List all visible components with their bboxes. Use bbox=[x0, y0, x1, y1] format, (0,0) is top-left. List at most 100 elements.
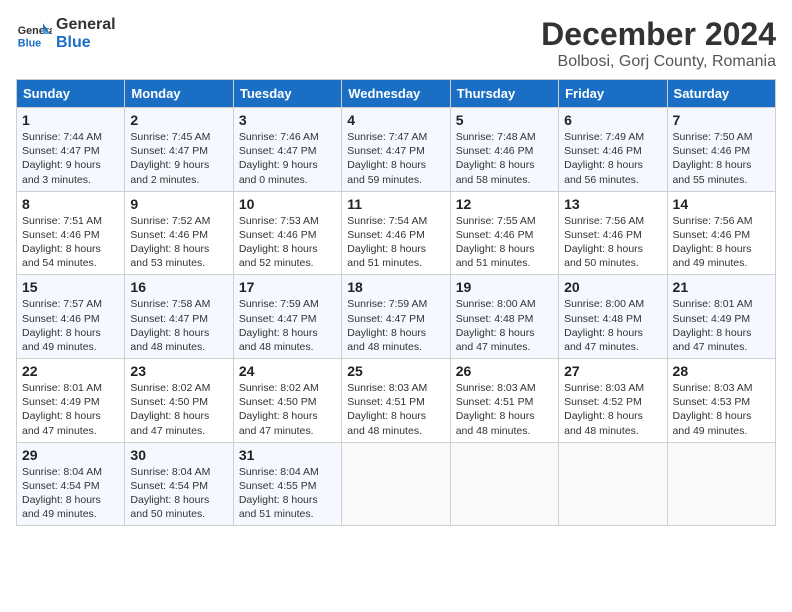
month-title: December 2024 bbox=[541, 16, 776, 53]
day-detail: Sunrise: 7:51 AMSunset: 4:46 PMDaylight:… bbox=[22, 214, 119, 271]
week-row-1: 1 Sunrise: 7:44 AMSunset: 4:47 PMDaylight… bbox=[17, 108, 776, 192]
day-number: 19 bbox=[456, 279, 553, 295]
day-cell: 11 Sunrise: 7:54 AMSunset: 4:46 PMDayligh… bbox=[342, 191, 450, 275]
day-cell bbox=[667, 442, 775, 526]
day-cell: 10Sunrise: 7:53 AMSunset: 4:46 PMDayligh… bbox=[233, 191, 341, 275]
day-number: 29 bbox=[22, 447, 119, 463]
day-detail: Sunrise: 7:44 AMSunset: 4:47 PMDaylight:… bbox=[22, 130, 119, 187]
day-detail: Sunrise: 7:58 AMSunset: 4:47 PMDaylight:… bbox=[130, 297, 227, 354]
day-detail: Sunrise: 7:56 AMSunset: 4:46 PMDaylight:… bbox=[564, 214, 661, 271]
day-number: 28 bbox=[673, 363, 770, 379]
weekday-sunday: Sunday bbox=[17, 80, 125, 108]
day-number: 6 bbox=[564, 112, 661, 128]
day-detail: Sunrise: 7:56 AMSunset: 4:46 PMDaylight:… bbox=[673, 214, 770, 271]
day-detail: Sunrise: 7:52 AMSunset: 4:46 PMDaylight:… bbox=[130, 214, 227, 271]
day-number: 31 bbox=[239, 447, 336, 463]
day-number: 18 bbox=[347, 279, 444, 295]
day-cell: 28 Sunrise: 8:03 AMSunset: 4:53 PMDayligh… bbox=[667, 359, 775, 443]
day-cell: 6 Sunrise: 7:49 AMSunset: 4:46 PMDaylight… bbox=[559, 108, 667, 192]
day-number: 8 bbox=[22, 196, 119, 212]
day-cell: 4 Sunrise: 7:47 AMSunset: 4:47 PMDaylight… bbox=[342, 108, 450, 192]
day-number: 14 bbox=[673, 196, 770, 212]
day-number: 26 bbox=[456, 363, 553, 379]
day-number: 23 bbox=[130, 363, 227, 379]
svg-text:Blue: Blue bbox=[18, 38, 41, 50]
day-number: 1 bbox=[22, 112, 119, 128]
calendar-table: SundayMondayTuesdayWednesdayThursdayFrid… bbox=[16, 79, 776, 526]
day-detail: Sunrise: 8:03 AMSunset: 4:53 PMDaylight:… bbox=[673, 381, 770, 438]
week-row-4: 22Sunrise: 8:01 AMSunset: 4:49 PMDayligh… bbox=[17, 359, 776, 443]
day-number: 20 bbox=[564, 279, 661, 295]
week-row-5: 29 Sunrise: 8:04 AMSunset: 4:54 PMDayligh… bbox=[17, 442, 776, 526]
day-cell: 27 Sunrise: 8:03 AMSunset: 4:52 PMDayligh… bbox=[559, 359, 667, 443]
page-header: General Blue General Blue December 2024 … bbox=[16, 16, 776, 71]
logo-general: General bbox=[56, 16, 116, 34]
day-cell bbox=[450, 442, 558, 526]
week-row-2: 8 Sunrise: 7:51 AMSunset: 4:46 PMDaylight… bbox=[17, 191, 776, 275]
day-cell: 1 Sunrise: 7:44 AMSunset: 4:47 PMDaylight… bbox=[17, 108, 125, 192]
calendar-body: 1 Sunrise: 7:44 AMSunset: 4:47 PMDaylight… bbox=[17, 108, 776, 526]
day-number: 24 bbox=[239, 363, 336, 379]
day-cell: 24Sunrise: 8:02 AMSunset: 4:50 PMDayligh… bbox=[233, 359, 341, 443]
day-number: 25 bbox=[347, 363, 444, 379]
day-cell: 23 Sunrise: 8:02 AMSunset: 4:50 PMDayligh… bbox=[125, 359, 233, 443]
day-cell: 14 Sunrise: 7:56 AMSunset: 4:46 PMDayligh… bbox=[667, 191, 775, 275]
weekday-friday: Friday bbox=[559, 80, 667, 108]
weekday-monday: Monday bbox=[125, 80, 233, 108]
day-cell: 31 Sunrise: 8:04 AMSunset: 4:55 PMDayligh… bbox=[233, 442, 341, 526]
day-number: 7 bbox=[673, 112, 770, 128]
day-cell bbox=[559, 442, 667, 526]
day-cell: 2 Sunrise: 7:45 AMSunset: 4:47 PMDaylight… bbox=[125, 108, 233, 192]
day-detail: Sunrise: 8:03 AMSunset: 4:51 PMDaylight:… bbox=[456, 381, 553, 438]
day-cell: 5 Sunrise: 7:48 AMSunset: 4:46 PMDaylight… bbox=[450, 108, 558, 192]
day-cell: 29 Sunrise: 8:04 AMSunset: 4:54 PMDayligh… bbox=[17, 442, 125, 526]
day-detail: Sunrise: 8:01 AMSunset: 4:49 PMDaylight:… bbox=[673, 297, 770, 354]
day-number: 22 bbox=[22, 363, 119, 379]
logo-icon: General Blue bbox=[16, 16, 52, 52]
day-number: 16 bbox=[130, 279, 227, 295]
day-cell: 22Sunrise: 8:01 AMSunset: 4:49 PMDayligh… bbox=[17, 359, 125, 443]
day-number: 13 bbox=[564, 196, 661, 212]
day-detail: Sunrise: 7:59 AMSunset: 4:47 PMDaylight:… bbox=[347, 297, 444, 354]
day-number: 10 bbox=[239, 196, 336, 212]
day-detail: Sunrise: 8:03 AMSunset: 4:52 PMDaylight:… bbox=[564, 381, 661, 438]
day-cell: 30Sunrise: 8:04 AMSunset: 4:54 PMDayligh… bbox=[125, 442, 233, 526]
day-cell bbox=[342, 442, 450, 526]
day-detail: Sunrise: 8:00 AMSunset: 4:48 PMDaylight:… bbox=[456, 297, 553, 354]
day-cell: 13 Sunrise: 7:56 AMSunset: 4:46 PMDayligh… bbox=[559, 191, 667, 275]
day-detail: Sunrise: 8:03 AMSunset: 4:51 PMDaylight:… bbox=[347, 381, 444, 438]
day-detail: Sunrise: 7:57 AMSunset: 4:46 PMDaylight:… bbox=[22, 297, 119, 354]
week-row-3: 15Sunrise: 7:57 AMSunset: 4:46 PMDayligh… bbox=[17, 275, 776, 359]
day-number: 5 bbox=[456, 112, 553, 128]
day-number: 12 bbox=[456, 196, 553, 212]
day-number: 4 bbox=[347, 112, 444, 128]
day-detail: Sunrise: 7:55 AMSunset: 4:46 PMDaylight:… bbox=[456, 214, 553, 271]
day-cell: 20Sunrise: 8:00 AMSunset: 4:48 PMDayligh… bbox=[559, 275, 667, 359]
day-detail: Sunrise: 7:50 AMSunset: 4:46 PMDaylight:… bbox=[673, 130, 770, 187]
logo-blue: Blue bbox=[56, 34, 116, 52]
day-number: 17 bbox=[239, 279, 336, 295]
day-detail: Sunrise: 8:04 AMSunset: 4:55 PMDaylight:… bbox=[239, 465, 336, 522]
day-number: 27 bbox=[564, 363, 661, 379]
day-cell: 26 Sunrise: 8:03 AMSunset: 4:51 PMDayligh… bbox=[450, 359, 558, 443]
day-number: 11 bbox=[347, 196, 444, 212]
day-detail: Sunrise: 7:47 AMSunset: 4:47 PMDaylight:… bbox=[347, 130, 444, 187]
day-detail: Sunrise: 7:54 AMSunset: 4:46 PMDaylight:… bbox=[347, 214, 444, 271]
day-detail: Sunrise: 7:46 AMSunset: 4:47 PMDaylight:… bbox=[239, 130, 336, 187]
day-number: 2 bbox=[130, 112, 227, 128]
day-cell: 19 Sunrise: 8:00 AMSunset: 4:48 PMDayligh… bbox=[450, 275, 558, 359]
day-detail: Sunrise: 7:45 AMSunset: 4:47 PMDaylight:… bbox=[130, 130, 227, 187]
weekday-wednesday: Wednesday bbox=[342, 80, 450, 108]
day-detail: Sunrise: 7:49 AMSunset: 4:46 PMDaylight:… bbox=[564, 130, 661, 187]
day-cell: 21Sunrise: 8:01 AMSunset: 4:49 PMDayligh… bbox=[667, 275, 775, 359]
day-detail: Sunrise: 8:02 AMSunset: 4:50 PMDaylight:… bbox=[130, 381, 227, 438]
day-cell: 9Sunrise: 7:52 AMSunset: 4:46 PMDaylight… bbox=[125, 191, 233, 275]
day-number: 3 bbox=[239, 112, 336, 128]
day-cell: 17Sunrise: 7:59 AMSunset: 4:47 PMDayligh… bbox=[233, 275, 341, 359]
day-cell: 7 Sunrise: 7:50 AMSunset: 4:46 PMDaylight… bbox=[667, 108, 775, 192]
day-cell: 15Sunrise: 7:57 AMSunset: 4:46 PMDayligh… bbox=[17, 275, 125, 359]
day-cell: 16 Sunrise: 7:58 AMSunset: 4:47 PMDayligh… bbox=[125, 275, 233, 359]
day-detail: Sunrise: 8:04 AMSunset: 4:54 PMDaylight:… bbox=[22, 465, 119, 522]
day-detail: Sunrise: 7:48 AMSunset: 4:46 PMDaylight:… bbox=[456, 130, 553, 187]
weekday-saturday: Saturday bbox=[667, 80, 775, 108]
